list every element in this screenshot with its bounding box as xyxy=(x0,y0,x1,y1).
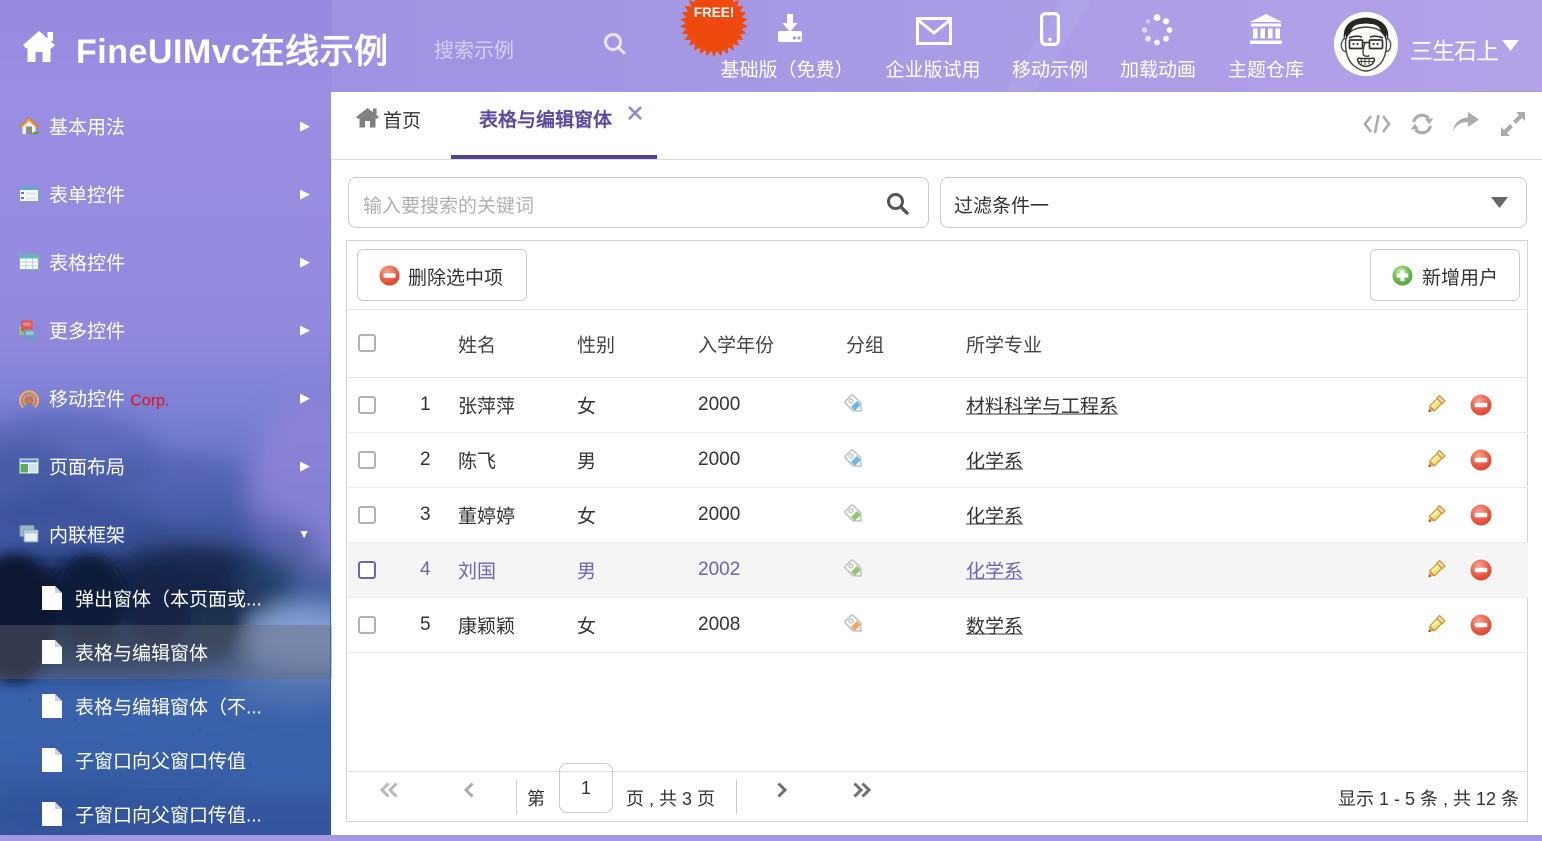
svg-text:FREE!: FREE! xyxy=(694,5,735,20)
